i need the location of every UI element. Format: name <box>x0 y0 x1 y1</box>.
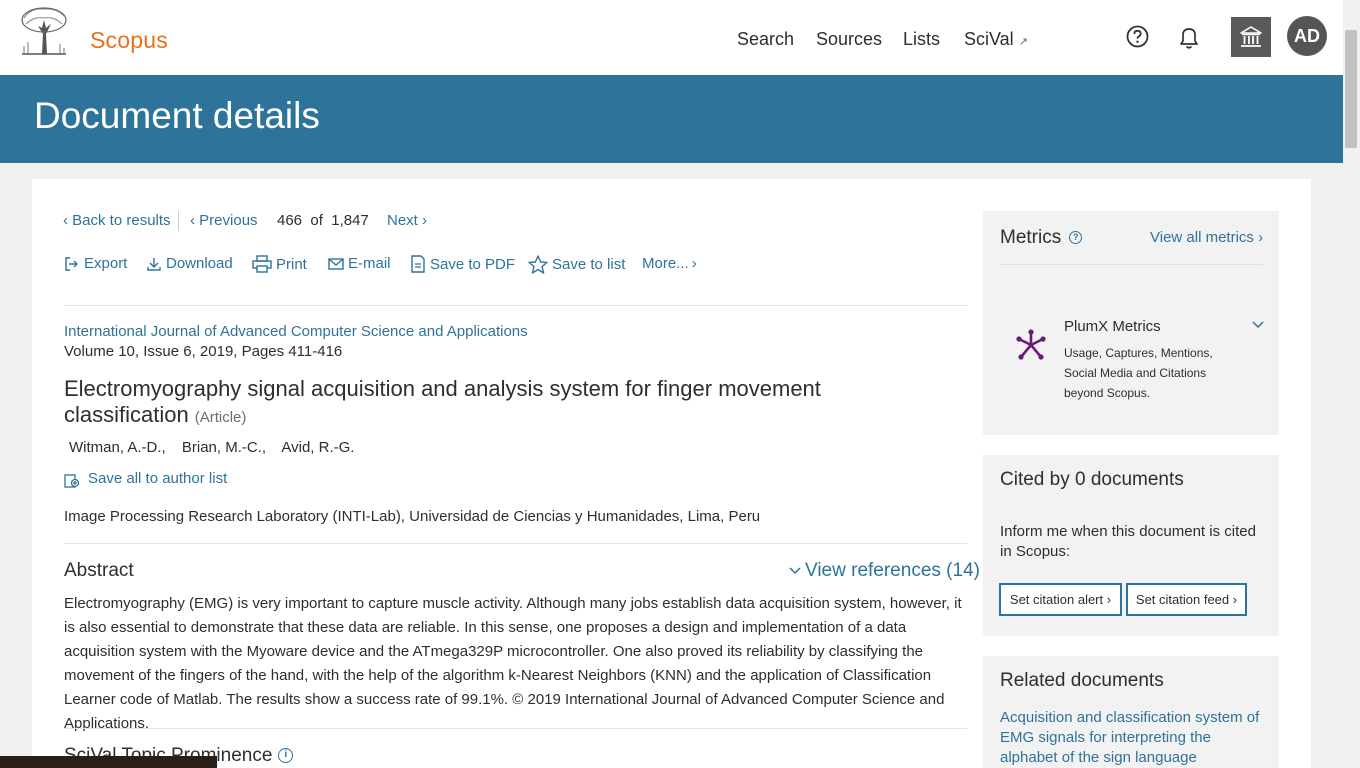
affiliation: Image Processing Research Laboratory (IN… <box>64 508 761 525</box>
divider <box>64 728 967 729</box>
result-position-total: 1,847 <box>331 212 369 229</box>
view-all-metrics-label: View all metrics <box>1150 229 1254 246</box>
previous-link[interactable]: ‹ Previous <box>190 212 258 229</box>
help-icon[interactable]: ? <box>1069 231 1083 245</box>
set-citation-alert-button[interactable]: Set citation alert › <box>999 583 1122 616</box>
export-icon <box>65 256 78 271</box>
save-authors-link[interactable]: Save all to author list <box>64 469 227 488</box>
chevron-right-icon: › <box>691 255 697 272</box>
author-link[interactable]: Witman, A.-D., <box>69 439 166 456</box>
metrics-heading: Metrics? <box>1000 227 1083 249</box>
email-icon <box>328 257 344 270</box>
nav-sources[interactable]: Sources <box>816 29 882 50</box>
taskbar-thumbnail <box>0 756 217 768</box>
add-to-list-icon <box>64 474 80 488</box>
scopus-brand[interactable]: Scopus <box>90 27 168 54</box>
top-navigation-bar: Scopus Search Sources Lists SciVal ↗ AD <box>0 0 1343 75</box>
save-authors-label: Save all to author list <box>88 470 228 487</box>
notifications-bell-icon[interactable] <box>1177 25 1201 51</box>
result-position-current: 466 <box>277 212 303 229</box>
plumx-title: PlumX Metrics <box>1064 318 1161 335</box>
chevron-right-icon: › <box>1103 592 1112 607</box>
view-references-link[interactable]: View references (14) <box>789 560 980 582</box>
set-citation-feed-button[interactable]: Set citation feed › <box>1126 583 1247 616</box>
document-type: (Article) <box>194 409 247 426</box>
page-title: Document details <box>34 95 320 136</box>
chevron-down-icon <box>789 567 801 575</box>
result-position: 466 of 1,847 <box>277 212 369 229</box>
save-to-list-button[interactable]: Save to list <box>528 255 625 274</box>
plumx-description: Usage, Captures, Mentions, Social Media … <box>1064 346 1213 400</box>
cited-by-heading: Cited by 0 documents <box>1000 469 1184 490</box>
external-link-icon: ↗ <box>1018 36 1028 48</box>
related-documents-card: Related documents Acquisition and classi… <box>983 656 1279 768</box>
divider <box>64 543 967 544</box>
pdf-file-icon <box>411 255 425 273</box>
journal-link[interactable]: International Journal of Advanced Comput… <box>64 323 528 340</box>
save-pdf-button[interactable]: Save to PDF <box>410 255 515 273</box>
download-icon <box>147 257 161 271</box>
result-position-of: of <box>310 212 323 229</box>
nav-scival-label: SciVal <box>964 29 1014 49</box>
export-label: Export <box>84 255 128 272</box>
abstract-text: Electromyography (EMG) is very important… <box>64 595 962 732</box>
next-label: Next <box>387 212 418 229</box>
nav-scival[interactable]: SciVal ↗ <box>964 29 1028 50</box>
previous-label: Previous <box>199 212 258 229</box>
set-citation-feed-label: Set citation feed <box>1135 592 1230 607</box>
export-button[interactable]: Export <box>64 255 127 272</box>
star-icon <box>528 255 548 274</box>
volume-info: Volume 10, Issue 6, 2019, Pages 411-416 <box>64 343 343 360</box>
set-citation-alert-label: Set citation alert <box>1009 592 1104 607</box>
print-icon <box>252 255 272 273</box>
email-button[interactable]: E-mail <box>328 255 391 272</box>
author-list: Witman, A.-D., Brian, M.-C., Avid, R.-G. <box>69 439 366 456</box>
view-references-label: View references (14) <box>805 560 980 581</box>
save-pdf-label: Save to PDF <box>430 255 516 273</box>
more-label: More... <box>642 255 689 272</box>
scrollbar-thumb[interactable] <box>1345 30 1357 148</box>
print-button[interactable]: Print <box>252 255 307 273</box>
help-icon[interactable] <box>1126 25 1149 48</box>
institution-icon <box>1240 26 1262 47</box>
related-documents-heading: Related documents <box>1000 670 1164 691</box>
related-document-link[interactable]: Acquisition and classification system of… <box>1000 708 1265 768</box>
author-link[interactable]: Avid, R.-G. <box>281 439 354 456</box>
metrics-heading-label: Metrics <box>1000 227 1062 248</box>
more-button[interactable]: More... › <box>642 255 697 272</box>
back-to-results-label: Back to results <box>72 212 171 229</box>
user-avatar[interactable]: AD <box>1287 16 1327 56</box>
email-label: E-mail <box>348 255 391 272</box>
download-label: Download <box>166 255 233 272</box>
elsevier-tree-logo-icon[interactable] <box>16 6 72 56</box>
divider <box>64 305 967 306</box>
cited-by-text: Inform me when this document is cited in… <box>1000 523 1256 560</box>
print-label: Print <box>276 255 307 273</box>
divider <box>1000 264 1263 265</box>
chevron-down-icon[interactable] <box>1251 320 1265 330</box>
info-icon[interactable]: i <box>278 748 294 764</box>
metrics-card: Metrics? View all metrics › PlumX Metric… <box>983 211 1279 435</box>
chevron-right-icon: › <box>1229 592 1238 607</box>
chevron-left-icon: ‹ <box>63 212 73 229</box>
cited-by-card: Cited by 0 documents Inform me when this… <box>983 455 1279 636</box>
chevron-left-icon: ‹ <box>190 212 200 229</box>
institution-button[interactable] <box>1231 17 1271 57</box>
author-link[interactable]: Brian, M.-C., <box>182 439 266 456</box>
plumx-icon <box>1016 329 1046 360</box>
save-to-list-label: Save to list <box>552 256 626 273</box>
view-all-metrics-link[interactable]: View all metrics › <box>1150 229 1263 246</box>
abstract-heading: Abstract <box>64 560 134 581</box>
next-link[interactable]: Next › <box>387 212 427 229</box>
document-title-text: Electromyography signal acquisition and … <box>64 376 821 427</box>
chevron-right-icon: › <box>417 212 428 229</box>
nav-lists[interactable]: Lists <box>903 29 940 50</box>
document-title: Electromyography signal acquisition and … <box>64 376 884 431</box>
nav-search[interactable]: Search <box>737 29 794 50</box>
back-to-results-link[interactable]: ‹ Back to results <box>63 212 171 229</box>
nav-separator <box>178 211 179 231</box>
chevron-right-icon: › <box>1253 229 1264 246</box>
download-button[interactable]: Download <box>146 255 233 272</box>
